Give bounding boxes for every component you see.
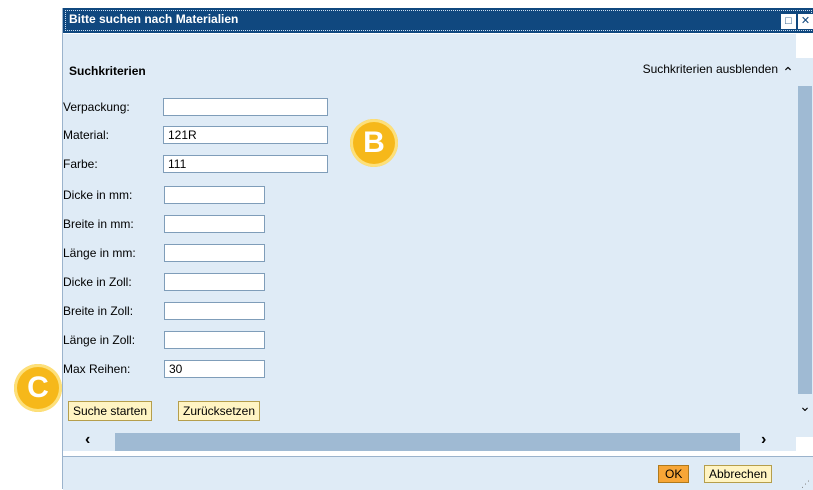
dialog-title: Bitte suchen nach Materialien — [69, 12, 239, 26]
dicke-mm-input[interactable] — [164, 186, 265, 204]
field-label: Länge in Zoll: — [63, 333, 136, 347]
section-header: Suchkriterien — [69, 64, 146, 78]
search-start-button[interactable]: Suche starten — [68, 401, 153, 421]
field-label: Breite in Zoll: — [63, 304, 134, 318]
close-icon[interactable]: ✕ — [798, 14, 813, 29]
callout-badge-c: C — [14, 364, 62, 412]
verpackung-input[interactable] — [163, 98, 328, 116]
resize-grip-icon[interactable]: ⋰ — [801, 479, 810, 490]
cancel-button[interactable]: Abbrechen — [704, 465, 773, 483]
maximize-icon[interactable]: □ — [781, 14, 796, 29]
chevron-down-icon[interactable]: ⌄ — [798, 398, 812, 415]
horizontal-scrollbar[interactable]: ‹ › — [63, 431, 796, 451]
ok-button[interactable]: OK — [658, 465, 690, 483]
laenge-mm-input[interactable] — [164, 244, 265, 262]
dialog-titlebar: Bitte suchen nach Materialien □ ✕ — [63, 8, 813, 33]
field-label: Max Reihen: — [63, 362, 131, 376]
callout-badge-b: B — [350, 119, 398, 167]
hide-criteria-link[interactable]: Suchkriterien ausblenden — [643, 62, 778, 76]
field-label: Farbe: — [63, 157, 98, 171]
dicke-zoll-input[interactable] — [164, 273, 265, 291]
breite-zoll-input[interactable] — [164, 302, 265, 320]
chevron-up-icon[interactable]: ⌃ — [780, 64, 796, 81]
field-label: Verpackung: — [63, 100, 130, 114]
chevron-left-icon[interactable]: ‹ — [85, 431, 90, 449]
max-reihen-input[interactable] — [164, 360, 265, 378]
search-dialog: Bitte suchen nach Materialien □ ✕ Suchkr… — [62, 8, 813, 490]
vertical-scroll-track[interactable] — [798, 86, 812, 394]
chevron-right-icon[interactable]: › — [761, 431, 766, 449]
laenge-zoll-input[interactable] — [164, 331, 265, 349]
dialog-content: Suchkriterien Suchkriterien ausblenden ⌃… — [63, 34, 796, 437]
field-label: Material: — [63, 128, 110, 142]
farbe-input[interactable] — [163, 155, 328, 173]
dialog-footer: OK Abbrechen ⋰ — [63, 456, 813, 490]
field-label: Breite in mm: — [63, 217, 134, 231]
material-input[interactable] — [163, 126, 328, 144]
vertical-scrollbar[interactable]: ⌄ — [796, 58, 813, 437]
breite-mm-input[interactable] — [164, 215, 265, 233]
field-label: Dicke in mm: — [63, 188, 133, 202]
reset-button[interactable]: Zurücksetzen — [178, 401, 261, 421]
field-label: Dicke in Zoll: — [63, 275, 132, 289]
field-label: Länge in mm: — [63, 246, 136, 260]
horizontal-scroll-track[interactable] — [115, 433, 740, 451]
